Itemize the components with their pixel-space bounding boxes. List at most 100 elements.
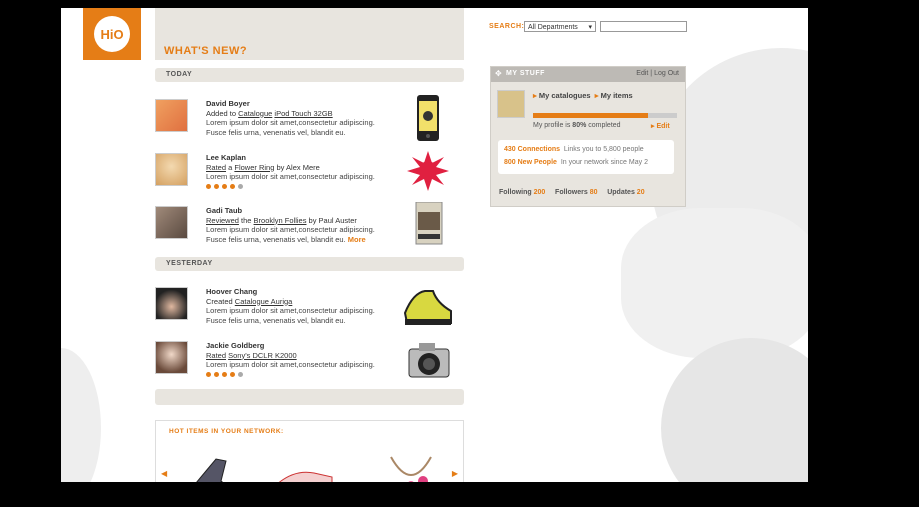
user-name[interactable]: Lee Kaplan [206, 153, 406, 163]
edit-link[interactable]: Edit [636, 70, 648, 77]
activity-line: Rated a Flower Ring by Alex Mere [206, 163, 406, 173]
section-yesterday: YESTERDAY [155, 257, 464, 271]
section-empty [155, 389, 464, 405]
body-line: Lorem ipsum dolor sit amet,consectetur a… [206, 118, 375, 127]
avatar[interactable] [155, 206, 188, 239]
catalogue-link[interactable]: Catalogue Auriga [235, 297, 293, 306]
arrow-right-icon: ▸ [594, 91, 599, 100]
new-people-row: 800 New People In your network since May… [504, 159, 648, 166]
body-line: Fusce felis urna, venenatis vel, blandit… [206, 315, 346, 325]
avatar[interactable] [155, 153, 188, 186]
body-line: Lorem ipsum dolor sit amet,consectetur a… [206, 306, 375, 315]
body-line: Fusce felis urna, venenatis vel, blandit… [206, 235, 406, 245]
feed-item: Lee Kaplan Rated a Flower Ring by Alex M… [155, 151, 464, 199]
my-items-link[interactable]: My items [601, 91, 633, 100]
logout-link[interactable]: Log Out [654, 70, 679, 77]
feed-item: Gadi Taub Reviewed the Brooklyn Follies … [155, 202, 464, 252]
more-link[interactable]: More [348, 235, 366, 244]
arrow-right-icon: ▸ [533, 91, 537, 100]
updates-count: 20 [636, 189, 645, 196]
connections-row: 430 Connections Links you to 5,800 peopl… [504, 146, 644, 153]
feed-item: Jackie Goldberg Rated Sony's DCLR K2000 … [155, 341, 464, 387]
activity-line: Created Catalogue Auriga [206, 297, 406, 307]
book-thumbnail[interactable] [403, 202, 453, 248]
ipod-thumbnail[interactable] [403, 95, 453, 141]
search-label: SEARCH: [489, 23, 525, 30]
camera-thumbnail[interactable] [403, 337, 453, 383]
user-name[interactable]: Jackie Goldberg [206, 341, 406, 351]
profile-edit-link[interactable]: ▸ Edit [651, 122, 670, 130]
page-title: WHAT'S NEW? [164, 45, 248, 57]
activity-line: Added to Catalogue iPod Touch 32GB [206, 109, 406, 119]
feed-item: David Boyer Added to Catalogue iPod Touc… [155, 95, 464, 145]
new-people-count[interactable]: 800 New People [504, 159, 557, 166]
department-select[interactable]: All Departments ▾ [524, 21, 596, 32]
my-avatar[interactable] [497, 90, 525, 118]
body-line: Fusce felis urna, venenatis vel, blandit… [206, 127, 346, 137]
item-link[interactable]: Flower Ring [234, 163, 274, 172]
connections-count[interactable]: 430 Connections [504, 146, 560, 153]
my-stuff-title: MY STUFF [506, 70, 545, 77]
logo-text: HiO [94, 16, 130, 52]
action-text: Created [206, 296, 233, 306]
flower-ring-thumbnail[interactable] [403, 149, 453, 195]
followers-stat[interactable]: Followers 80 [555, 189, 597, 196]
body-line: Lorem ipsum dolor sit amet,consectetur a… [206, 360, 375, 369]
rated-link[interactable]: Rated [206, 351, 226, 360]
profile-progress-fill [533, 113, 649, 118]
sandal-thumbnail[interactable] [186, 451, 236, 482]
shoe-thumbnail[interactable] [403, 283, 453, 329]
user-name[interactable]: Hoover Chang [206, 287, 406, 297]
catalogue-link[interactable]: Catalogue [238, 109, 272, 118]
move-icon[interactable]: ✥ [495, 69, 502, 78]
action-text: by Paul Auster [306, 215, 357, 225]
my-catalogues-link[interactable]: My catalogues [539, 91, 591, 100]
my-stuff-links: Edit | Log Out [636, 70, 679, 77]
stats-row: Following 200 Followers 80 Updates 20 [499, 189, 645, 196]
profile-text: My profile is [533, 122, 573, 129]
department-value: All Departments [528, 24, 578, 31]
following-count: 200 [533, 189, 546, 196]
connections-text: Links you to 5,800 people [563, 146, 644, 153]
rated-link[interactable]: Rated [206, 163, 226, 172]
body-line: Lorem ipsum dolor sit amet,consectetur a… [206, 225, 375, 234]
avatar[interactable] [155, 99, 188, 132]
hot-items-title: HOT ITEMS IN YOUR NETWORK: [169, 428, 284, 435]
shoe-item-thumbnail[interactable] [274, 465, 334, 482]
activity-line: Reviewed the Brooklyn Follies by Paul Au… [206, 216, 406, 226]
chevron-down-icon: ▾ [588, 24, 592, 31]
feed-item: Hoover Chang Created Catalogue Auriga Lo… [155, 287, 464, 333]
rating-dots [206, 370, 406, 380]
updates-stat[interactable]: Updates 20 [607, 189, 644, 196]
followers-count: 80 [589, 189, 598, 196]
profile-text: completed [586, 122, 621, 129]
profile-status: My profile is 80% completed [533, 122, 621, 129]
header-panel: WHAT'S NEW? [155, 8, 464, 60]
hot-items-panel: HOT ITEMS IN YOUR NETWORK: ◀ ▶ [155, 420, 464, 482]
action-text: the [238, 215, 254, 225]
item-link[interactable]: iPod Touch 32GB [274, 109, 332, 118]
following-label: Following [499, 189, 532, 196]
search-input[interactable] [600, 21, 687, 32]
user-name[interactable]: Gadi Taub [206, 206, 406, 216]
prev-arrow-icon[interactable]: ◀ [161, 469, 167, 478]
user-name[interactable]: David Boyer [206, 99, 406, 109]
body-text: Fusce felis urna, venenatis vel, blandit… [206, 234, 346, 244]
my-stuff-nav: ▸ My catalogues ▸ My items [533, 91, 633, 100]
reviewed-link[interactable]: Reviewed [206, 216, 239, 225]
avatar[interactable] [155, 341, 188, 374]
section-today: TODAY [155, 68, 464, 82]
avatar[interactable] [155, 287, 188, 320]
activity-line: Rated Sony's DCLR K2000 [206, 351, 406, 361]
page: HiO WHAT'S NEW? SEARCH: All Departments … [61, 8, 808, 482]
item-link[interactable]: Sony's DCLR K2000 [228, 351, 297, 360]
connections-box: 430 Connections Links you to 5,800 peopl… [498, 140, 674, 174]
item-link[interactable]: Brooklyn Follies [254, 216, 307, 225]
necklace-thumbnail[interactable] [381, 453, 441, 482]
following-stat[interactable]: Following 200 [499, 189, 545, 196]
edit-label: Edit [656, 123, 670, 130]
next-arrow-icon[interactable]: ▶ [452, 469, 458, 478]
profile-percent: 80% [572, 122, 587, 129]
hio-logo[interactable]: HiO [83, 8, 141, 60]
updates-label: Updates [607, 189, 635, 196]
